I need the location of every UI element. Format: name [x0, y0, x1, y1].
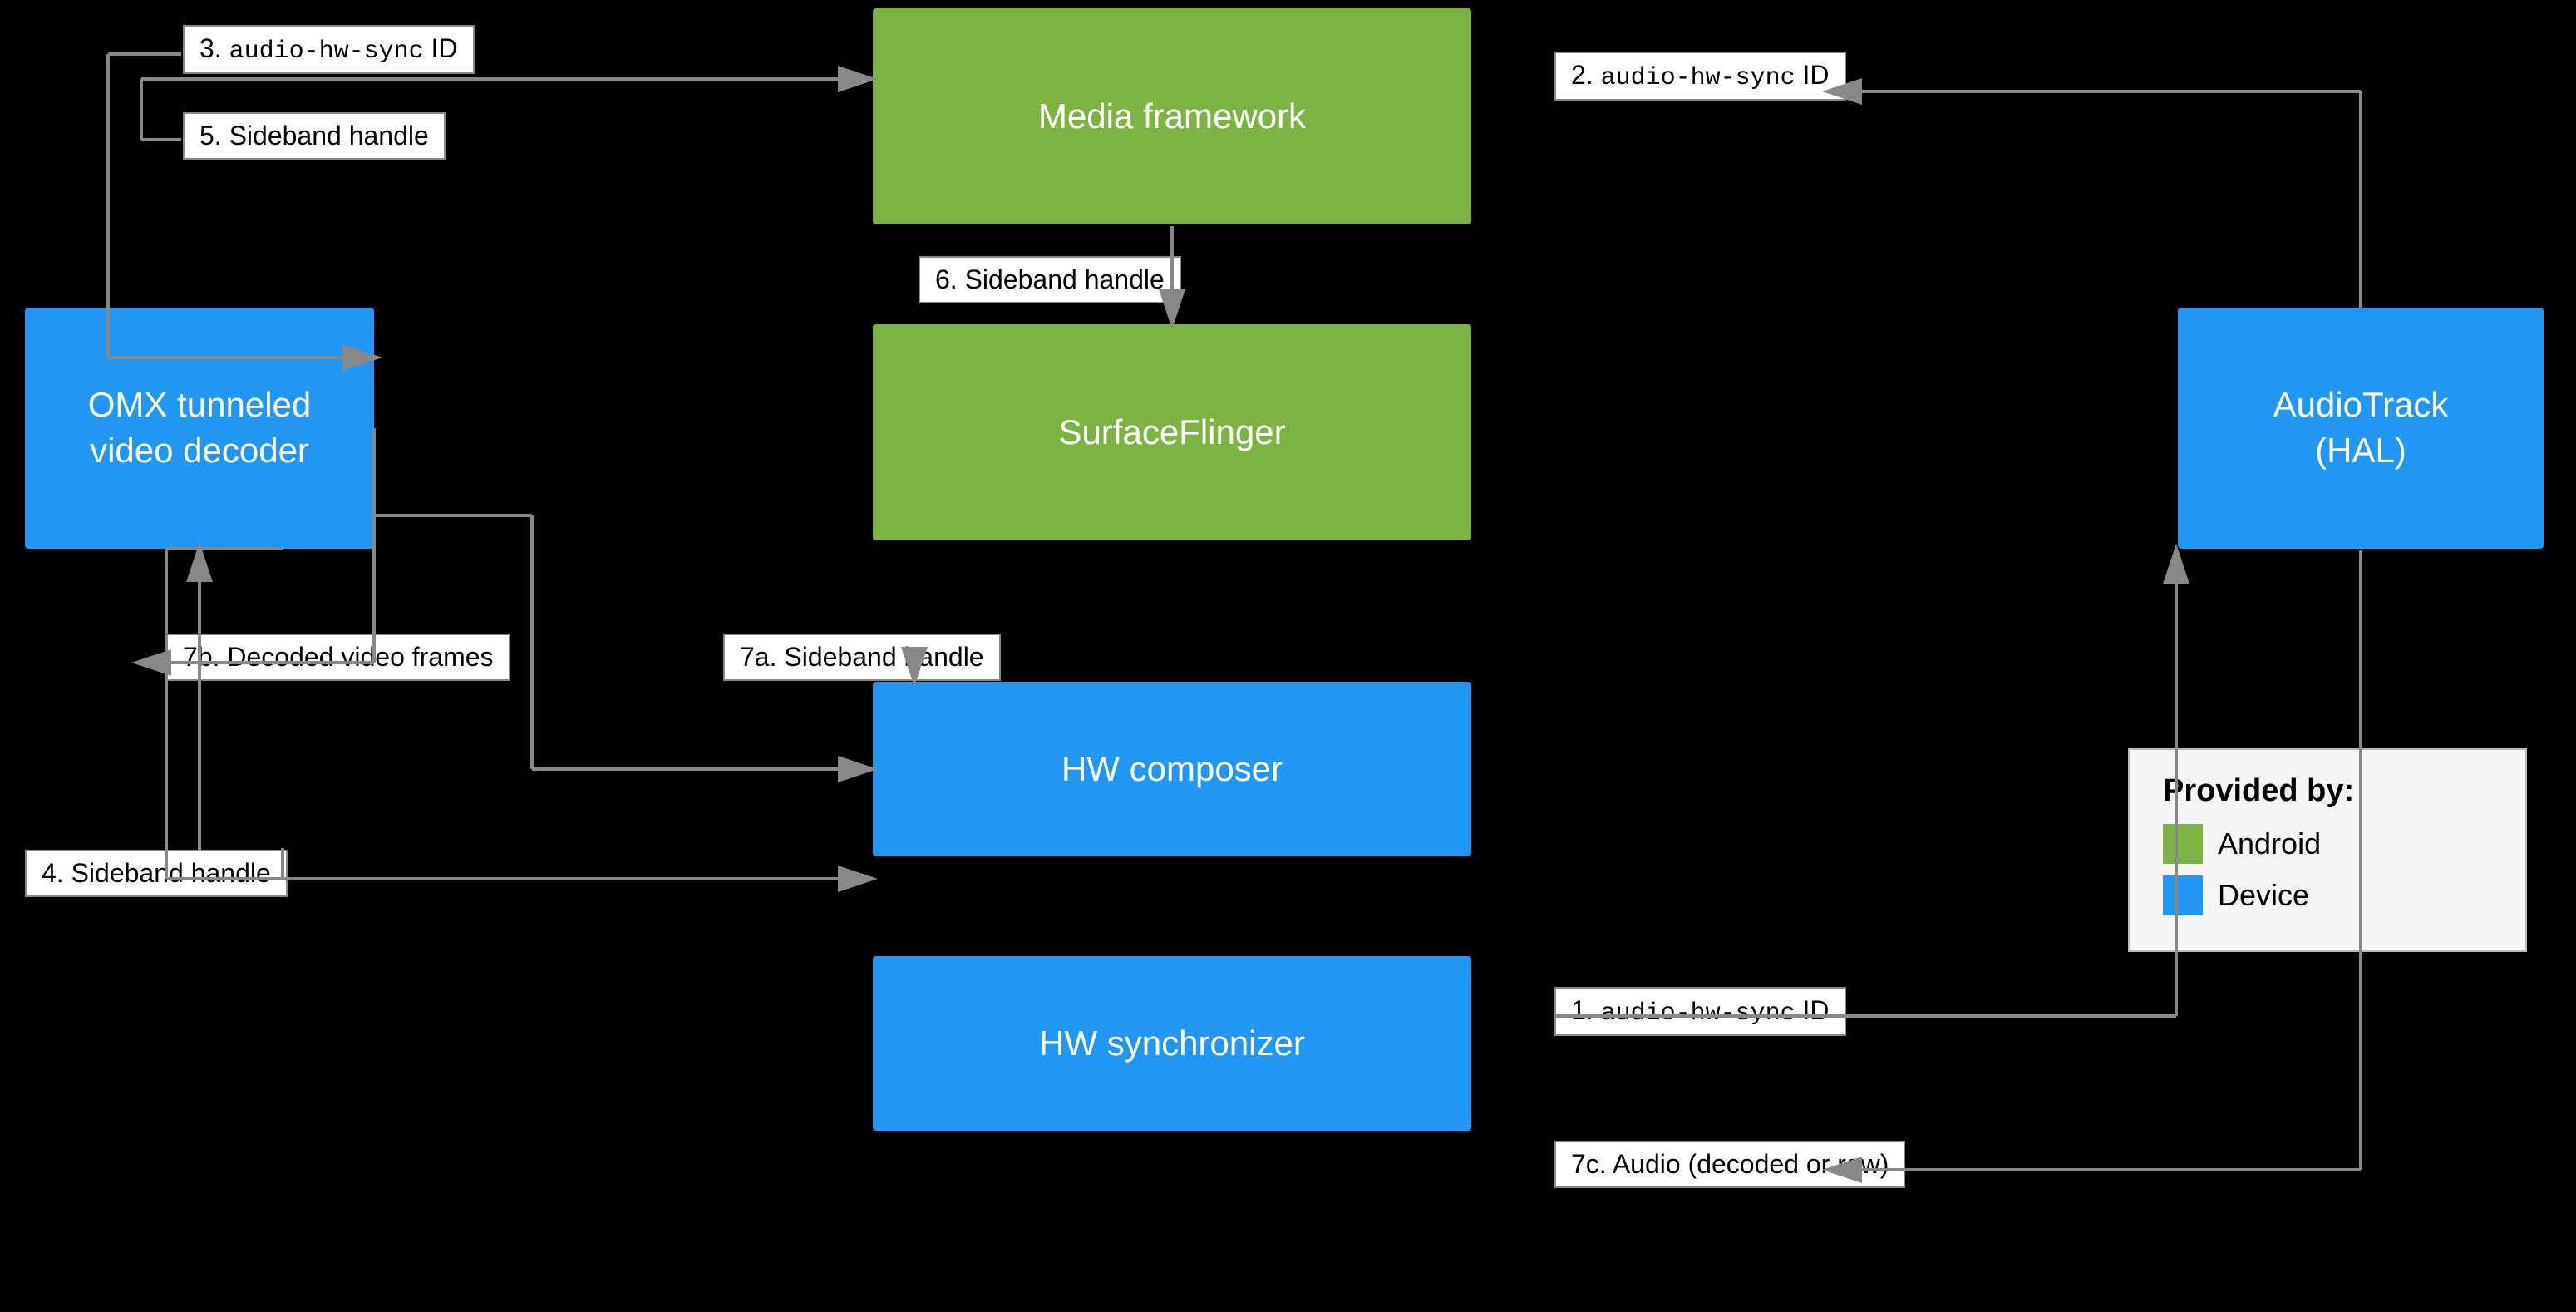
surface-flinger-block: SurfaceFlinger [873, 324, 1471, 540]
omx-label: OMX tunneledvideo decoder [88, 382, 312, 473]
label-2-audio-hw-sync: 2. audio-hw-sync ID [1554, 52, 1846, 101]
legend-title: Provided by: [2163, 773, 2492, 809]
label-7b-decoded: 7b. Decoded video frames [166, 634, 510, 681]
omx-block: OMX tunneledvideo decoder [25, 308, 374, 549]
label-3-audio-hw-sync: 3. audio-hw-sync ID [183, 25, 475, 74]
label-6-sideband: 6. Sideband handle [919, 256, 1181, 303]
audio-track-block: AudioTrack(HAL) [2178, 308, 2544, 549]
legend-box: Provided by: Android Device [2128, 748, 2527, 952]
label-4-sideband: 4. Sideband handle [25, 850, 288, 897]
hw-composer-block: HW composer [873, 682, 1471, 856]
device-swatch [2163, 875, 2203, 915]
legend-device: Device [2163, 875, 2492, 915]
device-label: Device [2218, 878, 2309, 913]
android-label: Android [2218, 826, 2321, 861]
label-1-audio-hw-sync: 1. audio-hw-sync ID [1554, 987, 1846, 1036]
android-swatch [2163, 824, 2203, 864]
label-7a-sideband: 7a. Sideband handle [723, 634, 1001, 681]
legend-android: Android [2163, 824, 2492, 864]
label-5-sideband: 5. Sideband handle [183, 112, 446, 160]
label-7c-audio: 7c. Audio (decoded or raw) [1554, 1141, 1905, 1188]
hw-synchronizer-label: HW synchronizer [1039, 1021, 1305, 1067]
audio-track-label: AudioTrack(HAL) [2273, 382, 2449, 473]
media-framework-label: Media framework [1038, 94, 1306, 140]
surface-flinger-label: SurfaceFlinger [1058, 410, 1285, 456]
hw-synchronizer-block: HW synchronizer [873, 956, 1471, 1131]
media-framework-block: Media framework [873, 8, 1471, 224]
hw-composer-label: HW composer [1061, 747, 1283, 792]
